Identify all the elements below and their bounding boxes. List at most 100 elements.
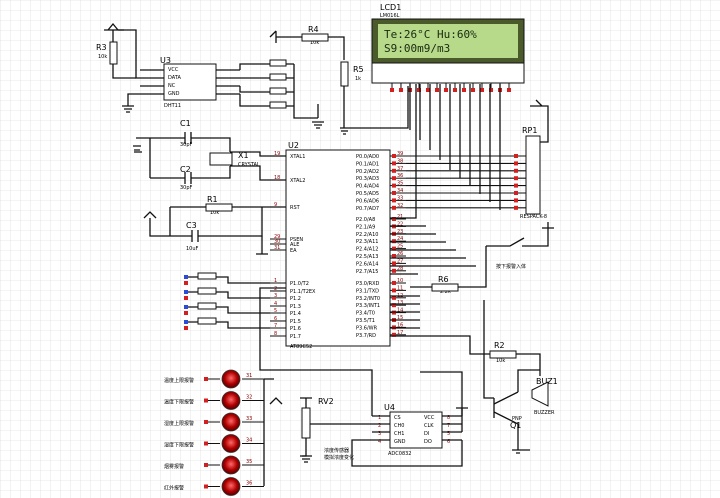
switch-4 — [269, 101, 287, 109]
rp-pin-marker — [514, 191, 518, 195]
mcu-right-pin-label: P0.5/AD5 — [356, 191, 379, 197]
mcu-right-pin-number: 38 — [397, 158, 403, 164]
mcu-right-pin-label: P0.0/AD0 — [356, 154, 379, 160]
mcu-right-pin-label: P0.1/AD1 — [356, 161, 379, 167]
schematic-canvas: LCD1 LM016L Te:26°C Hu:60% S9:00m9/m3 U3… — [0, 0, 720, 498]
mcu-left-pin-number: 6 — [274, 316, 277, 322]
r4-body — [301, 33, 329, 42]
mcu-right-pin-number: 34 — [397, 188, 403, 194]
rp-part: RESPACK-8 — [520, 214, 547, 220]
mcu-left-pin-label: P1.1/T2EX — [290, 289, 316, 295]
r5-val: 1k — [355, 76, 361, 82]
push-button[interactable] — [197, 272, 217, 280]
led-pin-number: 34 — [246, 438, 252, 444]
mcu-ref: U2 — [288, 141, 299, 150]
mcu-right-pin-label: P3.1/TXD — [356, 288, 379, 294]
mcu-right-pin-marker — [392, 198, 396, 203]
mcu-left-pin-number: 5 — [274, 308, 277, 314]
adc-pin-ch1: CH1 — [394, 431, 404, 437]
rp-pin-marker — [514, 168, 518, 173]
mcu-right-pin-label: P0.4/AD4 — [356, 184, 379, 190]
led-terminal — [204, 377, 208, 381]
led-icon — [221, 369, 241, 389]
schematic-svg: LCD1 LM016L Te:26°C Hu:60% S9:00m9/m3 U3… — [0, 0, 720, 498]
lcd-pin-marker — [471, 88, 475, 92]
mcu-right-pin-label: P0.2/AD2 — [356, 169, 379, 175]
c3-val: 10uF — [186, 246, 199, 252]
led-pin-number: 32 — [246, 395, 252, 401]
r6-ref: R6 — [438, 275, 449, 284]
mcu-right-pin-marker — [392, 191, 396, 195]
rp-pin-marker — [514, 176, 518, 181]
led-icon — [221, 391, 241, 410]
mcu-right-pin-number: 21 — [397, 214, 403, 220]
rp-pin-marker — [514, 154, 518, 158]
rv2-ref: RV2 — [318, 397, 334, 406]
lcd-pin-marker — [453, 88, 457, 92]
mcu-left-pin-number: 7 — [274, 323, 277, 329]
mcu-right-pin-number: 14 — [397, 308, 403, 314]
mcu-left-pin-number: 8 — [274, 331, 277, 337]
mcu-right-pin-number: 13 — [397, 300, 403, 306]
mcu-right-pin-label: P2.2/A10 — [356, 232, 378, 238]
mcu-right-pin-number: 33 — [397, 195, 403, 201]
mcu-left-pin-number: 1 — [274, 278, 277, 284]
mcu-left-pin-number: 4 — [274, 301, 277, 307]
led-pin-number: 31 — [246, 373, 252, 379]
switch-2 — [269, 73, 287, 81]
adc-pin-do: DO — [424, 439, 432, 445]
mcu-right-pin-number: 24 — [397, 236, 403, 242]
mcu-at89c52: U2 AT89C52 XTAL119XTAL218RST9PSEN29ALE30… — [270, 141, 406, 350]
adc-pin-ch0: CH0 — [394, 423, 404, 429]
c3-ref: C3 — [186, 221, 197, 230]
mcu-left-pin-label: P1.4 — [290, 311, 301, 317]
mcu-right-pin-label: P2.7/A15 — [356, 269, 378, 275]
r1-body — [205, 203, 233, 212]
lcd-part: LM016L — [380, 13, 400, 19]
mcu-left-pin-label: P1.6 — [290, 326, 301, 332]
mcu-left-pin-number: 2 — [274, 286, 277, 292]
lcd-line-1: Te:26°C Hu:60% — [384, 28, 477, 41]
rp-body — [525, 135, 541, 215]
mcu-left-pin-number: 19 — [274, 151, 280, 157]
button-terminal — [184, 275, 188, 279]
mcu-right-pin-label: P2.6/A14 — [356, 261, 378, 267]
mcu-right-pin-label: P3.3/INT1 — [356, 303, 380, 309]
mcu-right-pin-number: 11 — [397, 285, 403, 291]
mcu-left-pin-label: P1.7 — [290, 334, 301, 340]
push-button[interactable] — [197, 302, 217, 310]
lcd-pin-header — [371, 62, 525, 84]
mcu-right-pin-label: P0.7/AD7 — [356, 206, 379, 212]
push-button[interactable] — [197, 317, 217, 325]
mcu-right-pin-label: P2.5/A13 — [356, 254, 378, 260]
led-icon — [221, 477, 241, 496]
r5-ref: R5 — [353, 65, 364, 74]
rp-pin-marker — [514, 205, 518, 210]
led-pin-number: 36 — [246, 481, 252, 487]
mcu-right-pin-marker — [392, 261, 396, 266]
adc-pin-di: DI — [424, 431, 429, 437]
led-terminal — [204, 398, 208, 403]
mcu-left-pin-label: P1.2 — [290, 296, 301, 302]
r3-body — [109, 41, 118, 65]
mcu-right-pin-marker — [392, 288, 396, 293]
button-terminal — [184, 296, 188, 300]
led-icon — [221, 412, 241, 432]
mcu-left-pin-label: P1.0/T2 — [290, 281, 309, 287]
mcu-right-pin-marker — [392, 268, 396, 273]
crystal-body — [209, 152, 233, 166]
led-icon — [221, 434, 241, 453]
rp-ref: RP1 — [522, 126, 537, 135]
c2-val: 30pF — [180, 185, 193, 191]
mcu-left-pin-label: RST — [290, 205, 301, 211]
mcu-right-pin-label: P3.5/T1 — [356, 318, 375, 324]
r3-ref: R3 — [96, 43, 107, 52]
push-button[interactable] — [197, 287, 217, 295]
mcu-left-pin-label: XTAL2 — [290, 178, 305, 184]
lcd-pin-marker — [399, 88, 403, 92]
mcu-right-pin-number: 39 — [397, 151, 403, 157]
mcu-right-pin-label: P0.3/AD3 — [356, 176, 379, 182]
lcd-pin-marker — [390, 88, 394, 92]
mcu-left-pin-number: 18 — [274, 175, 280, 181]
adc-part: ADC0832 — [388, 451, 412, 457]
